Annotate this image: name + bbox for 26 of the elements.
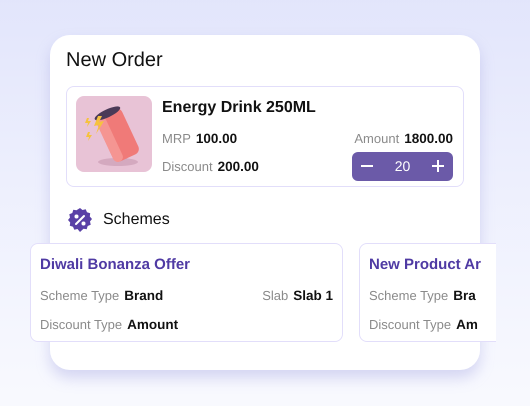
field-label: Scheme Type bbox=[40, 288, 120, 303]
field-value: Bra bbox=[453, 288, 476, 303]
field-label: Discount Type bbox=[40, 317, 122, 332]
field-value: Amount bbox=[127, 317, 178, 332]
field-value: 1800.00 bbox=[404, 130, 453, 146]
scheme-title: Diwali Bonanza Offer bbox=[40, 256, 192, 273]
product-name: Energy Drink 250ML bbox=[162, 99, 317, 117]
section-heading: Schemes bbox=[103, 211, 170, 229]
percent-badge-icon bbox=[67, 207, 93, 233]
page-title: New Order bbox=[66, 49, 164, 72]
field-label: Discount bbox=[162, 158, 213, 174]
field-value: 200.00 bbox=[218, 158, 259, 174]
quantity-value: 20 bbox=[394, 158, 410, 174]
scheme-card[interactable]: New Product Ar Scheme Type Bra Discount Type Am bbox=[359, 243, 496, 342]
field-value: Brand bbox=[124, 288, 164, 303]
field-value: Slab 1 bbox=[293, 288, 333, 303]
field-label: Amount bbox=[354, 130, 400, 146]
scheme-card[interactable]: Diwali Bonanza Offer Scheme Type Brand Slab Slab 1 Discount Type Amount bbox=[30, 243, 343, 342]
plus-icon bbox=[430, 159, 445, 173]
field-value: Am bbox=[456, 317, 478, 332]
field-value: 100.00 bbox=[196, 130, 238, 146]
field-label: Discount Type bbox=[369, 317, 452, 332]
field-label: Slab bbox=[262, 288, 288, 303]
field-label: Scheme Type bbox=[369, 288, 448, 303]
field-label: MRP bbox=[162, 130, 191, 146]
scheme-title: New Product Ar bbox=[369, 256, 482, 273]
